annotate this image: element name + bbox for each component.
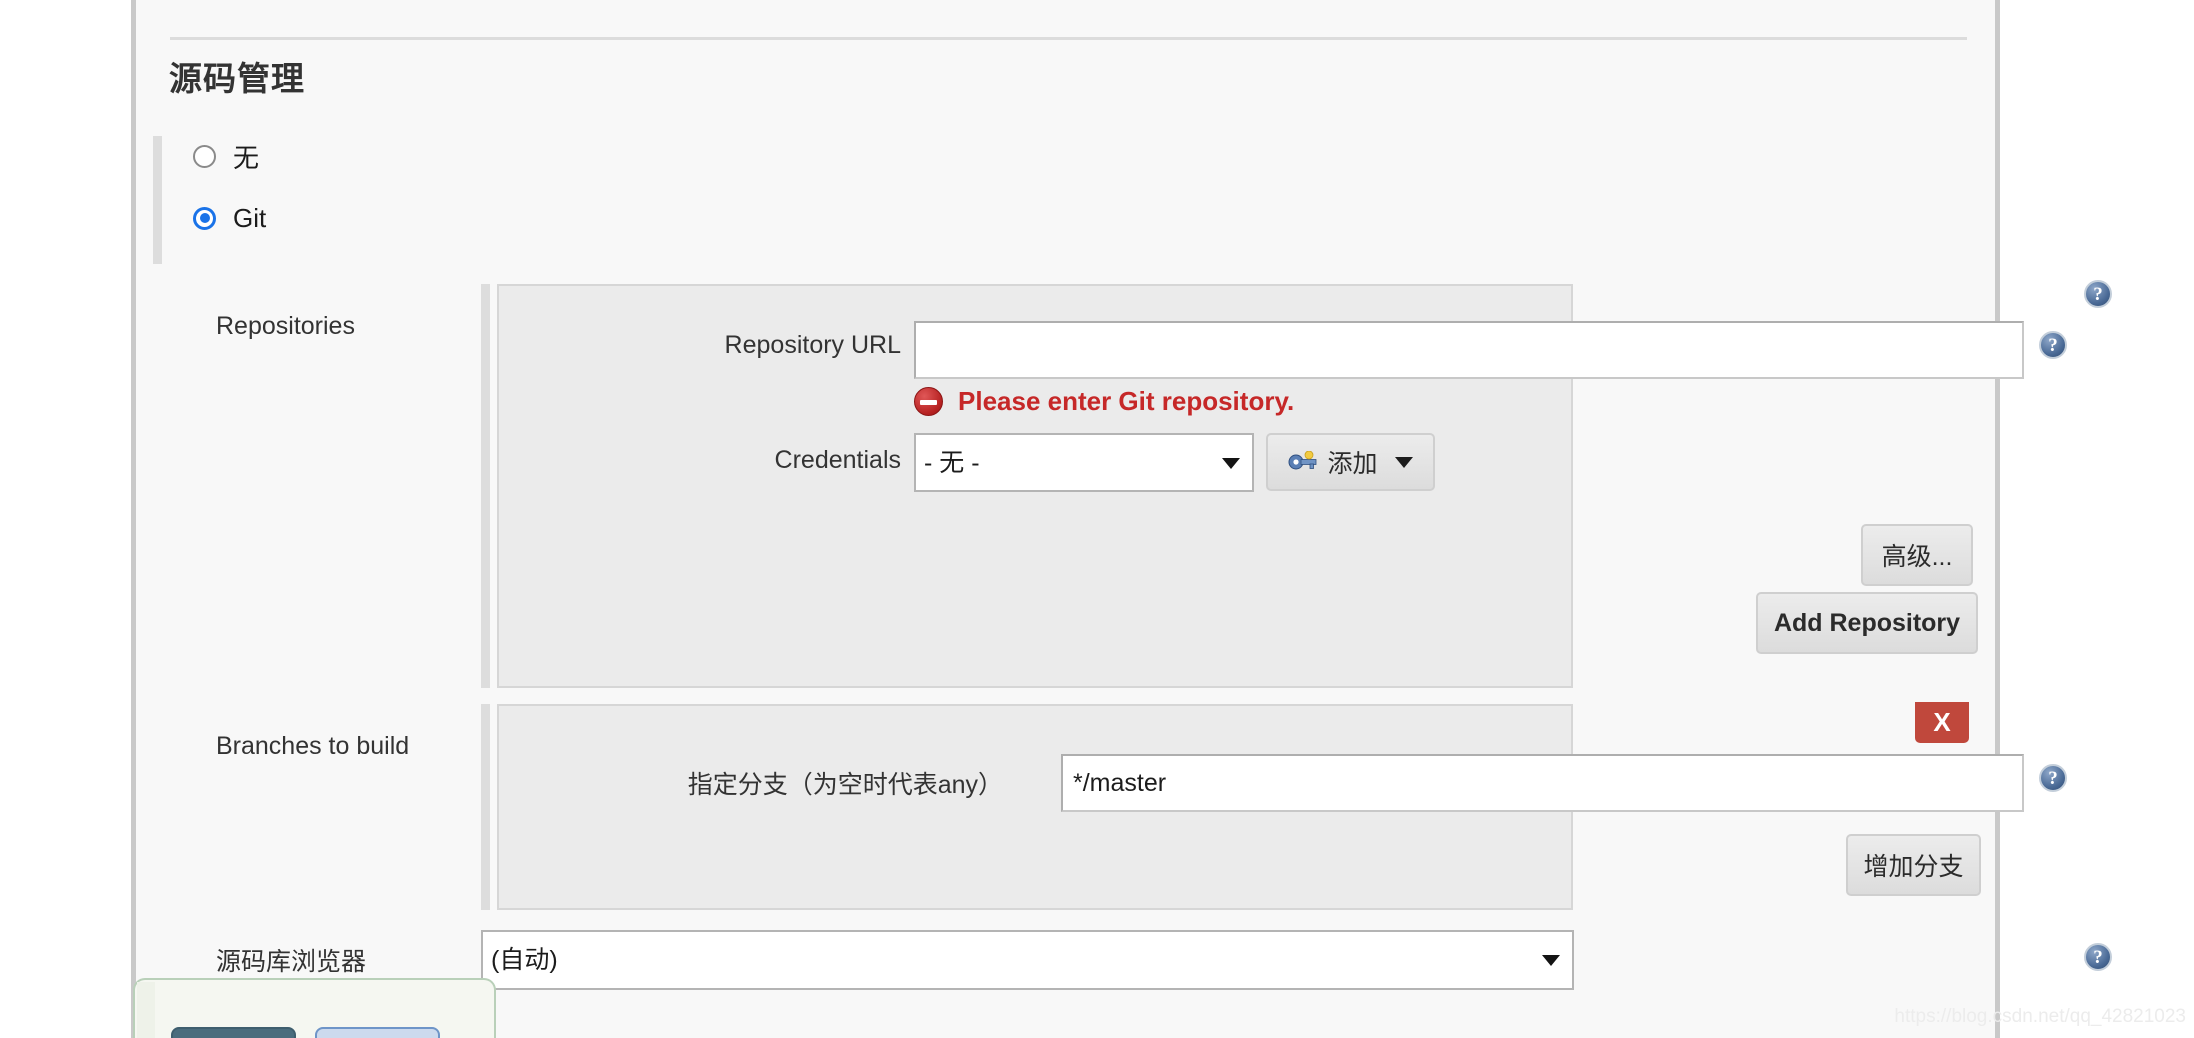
scm-option-none-label: 无 [233,142,260,173]
key-icon [1288,450,1318,473]
repository-url-error-text: Please enter Git repository. [958,386,1295,416]
caret-down-icon [1394,456,1413,468]
branches-row: Branches to build X 指定分支（为空时代表any） ? 增加分… [136,702,2067,912]
page-title: 源码管理 [169,60,305,97]
add-credentials-label: 添加 [1327,450,1378,478]
radio-git-icon[interactable] [193,206,216,230]
save-button[interactable] [171,1027,296,1038]
repositories-gutter [481,284,490,688]
repository-url-input[interactable] [914,321,2024,379]
top-divider [170,37,1967,40]
credentials-select-wrap: - 无 - [914,433,1254,492]
radio-group-gutter [153,136,162,264]
repository-browser-select-wrap: (自动) [481,930,1574,990]
watermark: https://blog.csdn.net/qq_42821023 [1894,1006,2186,1027]
scm-option-none[interactable]: 无 [193,136,259,176]
repository-url-label: Repository URL [724,331,901,359]
radio-none-icon[interactable] [193,144,216,168]
branch-spec-label: 指定分支（为空时代表any） [687,771,1003,799]
add-repository-button[interactable]: Add Repository [1756,592,1978,654]
repository-browser-help-icon[interactable]: ? [2084,943,2112,971]
branch-spec-help-icon[interactable]: ? [2039,764,2067,792]
repositories-row: Repositories Repository URL ? Please ent… [136,280,2112,690]
save-bar-gutter [137,982,155,1038]
repository-browser-label: 源码库浏览器 [216,948,367,976]
advanced-button[interactable]: 高级... [1861,524,1973,586]
delete-branch-button[interactable]: X [1915,702,1969,743]
credentials-select[interactable]: - 无 - [914,433,1254,492]
credentials-label: Credentials [774,446,901,474]
apply-button[interactable] [315,1027,440,1038]
repositories-help-icon[interactable]: ? [2084,280,2112,308]
repository-browser-select[interactable]: (自动) [481,930,1574,990]
scm-option-git[interactable]: Git [193,198,266,238]
branch-spec-input[interactable] [1061,754,2024,812]
add-branch-button[interactable]: 增加分支 [1846,834,1981,896]
jenkins-scm-config-page: 源码管理 无 Git Repositories Repository URL ? [0,0,2194,1038]
repository-url-error: Please enter Git repository. [914,386,1294,417]
scm-option-git-label: Git [233,202,267,233]
repository-url-help-icon[interactable]: ? [2039,331,2067,359]
branches-row-label: Branches to build [216,732,410,760]
repositories-row-label: Repositories [216,312,355,340]
config-panel: 源码管理 无 Git Repositories Repository URL ? [131,0,2112,1038]
floating-save-bar [133,978,496,1038]
add-credentials-button[interactable]: 添加 [1266,433,1435,491]
error-stop-icon [914,387,943,416]
branches-gutter [481,704,490,910]
